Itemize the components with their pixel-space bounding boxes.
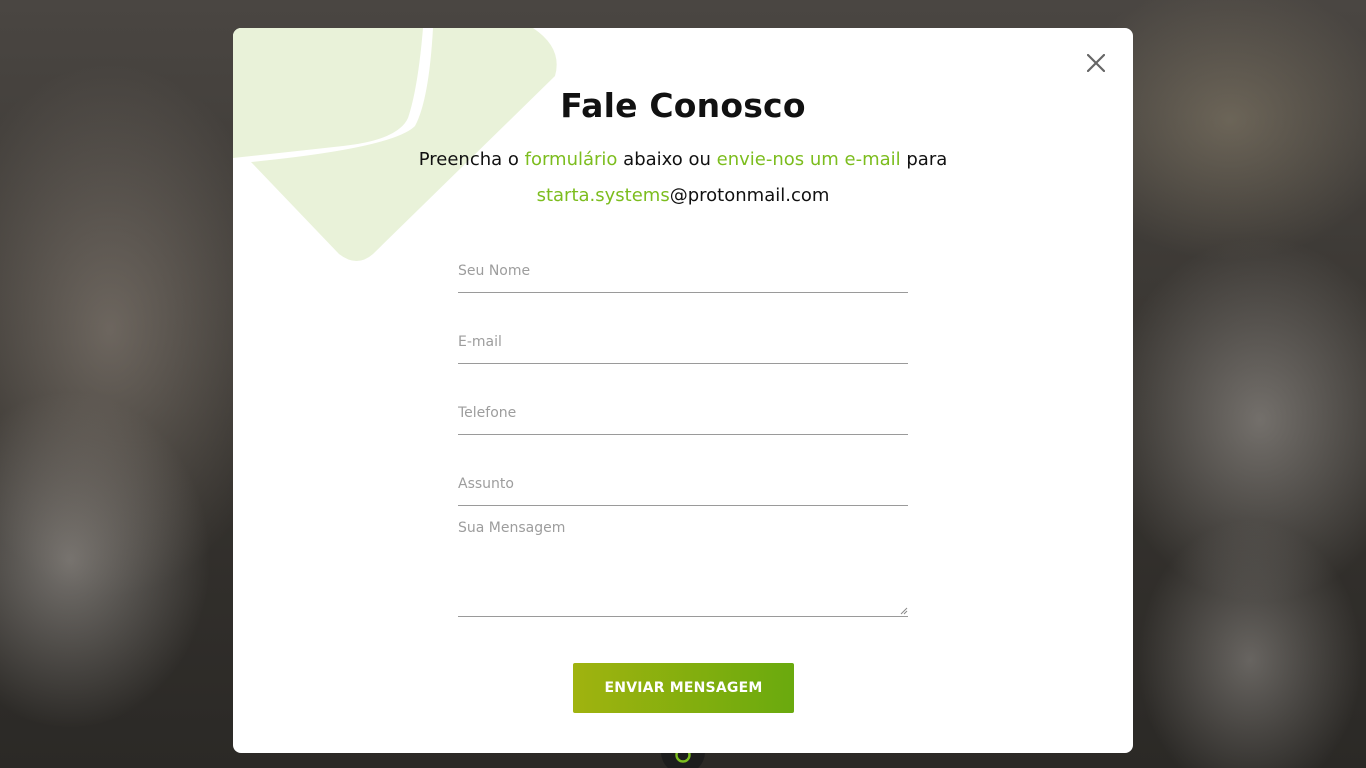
send-message-button[interactable]: ENVIAR MENSAGEM [573,663,794,713]
phone-field-wrapper [458,392,908,435]
close-icon [1087,54,1105,72]
email-input[interactable] [458,321,908,363]
close-button[interactable] [1083,50,1109,76]
message-field-wrapper [458,514,908,617]
modal-subtitle: Preencha o formulário abaixo ou envie-no… [383,142,983,214]
subtitle-text: Preencha o [418,149,525,170]
modal-title: Fale Conosco [560,86,806,125]
email-address-user[interactable]: starta.systems [537,185,670,206]
resize-handle-icon[interactable] [900,607,908,615]
email-field-wrapper [458,321,908,364]
subject-field-wrapper [458,463,908,506]
subject-input[interactable] [458,463,908,505]
subtitle-text: para [900,149,948,170]
subtitle-text: abaixo ou [617,149,717,170]
name-field-wrapper [458,250,908,293]
form-link[interactable]: formulário [525,149,618,170]
contact-form [458,250,908,617]
message-textarea[interactable] [458,514,908,614]
phone-input[interactable] [458,392,908,434]
email-address-domain: @protonmail.com [669,185,830,206]
email-link[interactable]: envie-nos um e-mail [717,149,901,170]
contact-modal: Fale Conosco Preencha o formulário abaix… [233,28,1133,753]
name-input[interactable] [458,250,908,292]
